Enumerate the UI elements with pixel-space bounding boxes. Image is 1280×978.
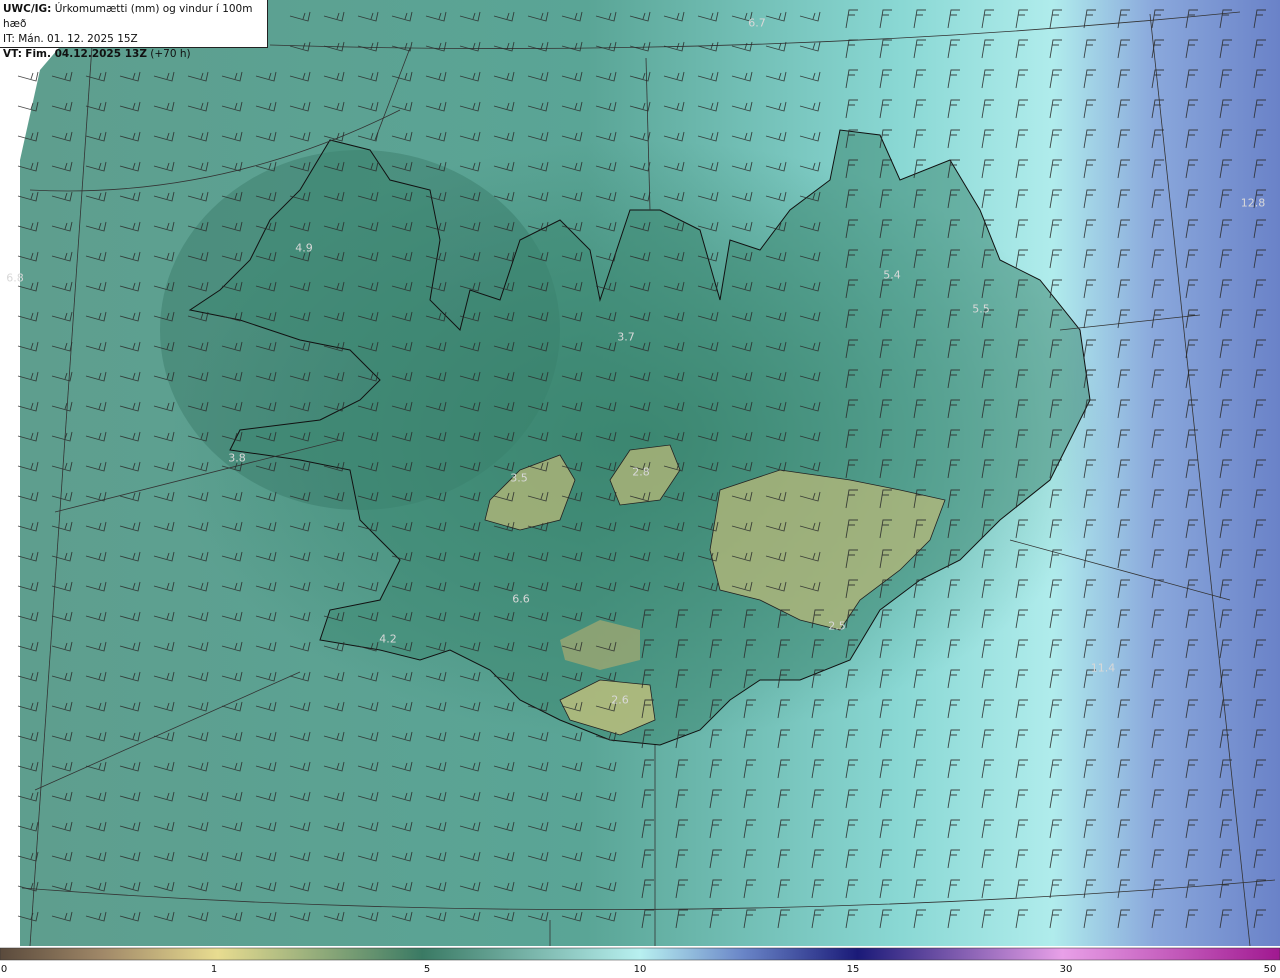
valid-time-line: VT: Fim. 04.12.2025 13Z (+70 h) <box>3 47 267 62</box>
issue-time: IT: Mán. 01. 12. 2025 15Z <box>3 33 138 45</box>
colorbar-tick: 30 <box>1059 964 1073 975</box>
value-label-south-lowland: 6.6 <box>512 592 530 606</box>
colorbar-tick: 5 <box>423 964 431 975</box>
value-label-nw-sea: 6.7 <box>748 16 766 30</box>
wind-barb <box>17 71 39 82</box>
value-label-northeast: 5.4 <box>883 268 901 282</box>
value-label-north-center: 3.7 <box>617 330 635 344</box>
valid-offset: (+70 h) <box>150 48 191 60</box>
value-label-west-sea: 6.8 <box>6 271 24 285</box>
value-label-snaefellsnes: 3.8 <box>228 451 246 465</box>
colorbar-tick: 50 <box>1263 964 1277 975</box>
value-label-east-coast: 5.5 <box>972 302 990 316</box>
title-line: UWC/IG: Úrkomumætti (mm) og vindur í 100… <box>3 2 267 32</box>
value-label-far-east-sea: 12.8 <box>1240 196 1266 210</box>
map-info-box: UWC/IG: Úrkomumætti (mm) og vindur í 100… <box>0 0 268 60</box>
value-label-southeast-glacier: 2.5 <box>828 619 846 633</box>
value-label-reykjanes: 4.2 <box>379 632 397 646</box>
value-label-east-sea: 11.4 <box>1090 661 1116 675</box>
colorbar-labels: 0 1 5 10 15 30 50 <box>0 962 1280 978</box>
precipitable-water-map <box>0 0 1280 961</box>
value-label-myrdalsjokull: 2.6 <box>611 693 629 707</box>
colorbar-tick: 10 <box>633 964 647 975</box>
colorbar-tick: 15 <box>846 964 860 975</box>
value-label-langjokull: 3.5 <box>510 471 528 485</box>
valid-time: Fim. 04.12.2025 13Z <box>25 48 147 60</box>
colorbar-tick: 0 <box>0 964 8 975</box>
value-label-hofsjokull: 2.8 <box>632 465 650 479</box>
colorbar-tick: 1 <box>210 964 218 975</box>
model-name: UWC/IG: <box>3 3 52 15</box>
valid-time-prefix: VT: <box>3 48 22 60</box>
value-label-westfjords: 4.9 <box>295 241 313 255</box>
colorbar <box>0 947 1280 961</box>
